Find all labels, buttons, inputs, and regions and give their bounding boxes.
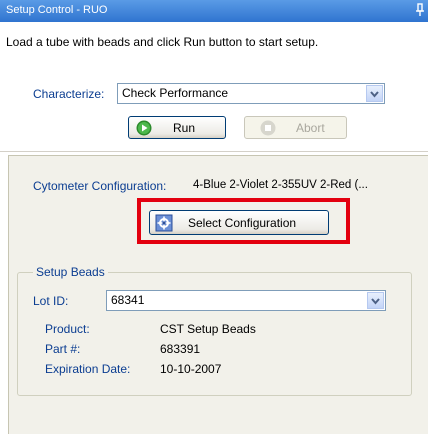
characterize-dropdown[interactable]: Check Performance <box>117 83 385 104</box>
abort-button[interactable]: Abort <box>244 116 347 139</box>
characterize-value: Check Performance <box>122 86 229 100</box>
chevron-down-icon[interactable] <box>367 292 384 309</box>
play-icon <box>136 120 152 136</box>
lot-id-label: Lot ID: <box>33 294 69 308</box>
cytometer-config-label: Cytometer Configuration: <box>33 179 167 193</box>
lot-id-dropdown[interactable]: 68341 <box>106 290 386 311</box>
section-divider <box>0 151 428 152</box>
stop-icon <box>260 120 276 136</box>
pin-icon[interactable] <box>415 3 425 17</box>
cytometer-config-value: 4-Blue 2-Violet 2-355UV 2-Red (... <box>193 179 368 191</box>
setup-control-panel: Setup Control - RUO Load a tube with bea… <box>0 0 428 434</box>
highlight-box <box>137 198 350 244</box>
lot-id-value: 68341 <box>111 293 145 307</box>
run-button[interactable]: Run <box>128 116 226 139</box>
title-bar: Setup Control - RUO <box>0 0 428 22</box>
part-number-value: 683391 <box>160 342 201 356</box>
product-value: CST Setup Beads <box>160 322 256 336</box>
expiration-date-label: Expiration Date: <box>45 362 131 376</box>
expiration-date-value: 10-10-2007 <box>160 362 222 376</box>
window-title: Setup Control - RUO <box>6 4 108 16</box>
product-label: Product: <box>45 322 90 336</box>
characterize-label: Characterize: <box>33 87 105 101</box>
setup-beads-group-label: Setup Beads <box>33 265 108 279</box>
chevron-down-icon[interactable] <box>366 85 383 102</box>
part-number-label: Part #: <box>45 342 81 356</box>
abort-label: Abort <box>296 121 325 135</box>
run-label: Run <box>173 121 196 135</box>
instructions-text: Load a tube with beads and click Run but… <box>6 35 319 49</box>
